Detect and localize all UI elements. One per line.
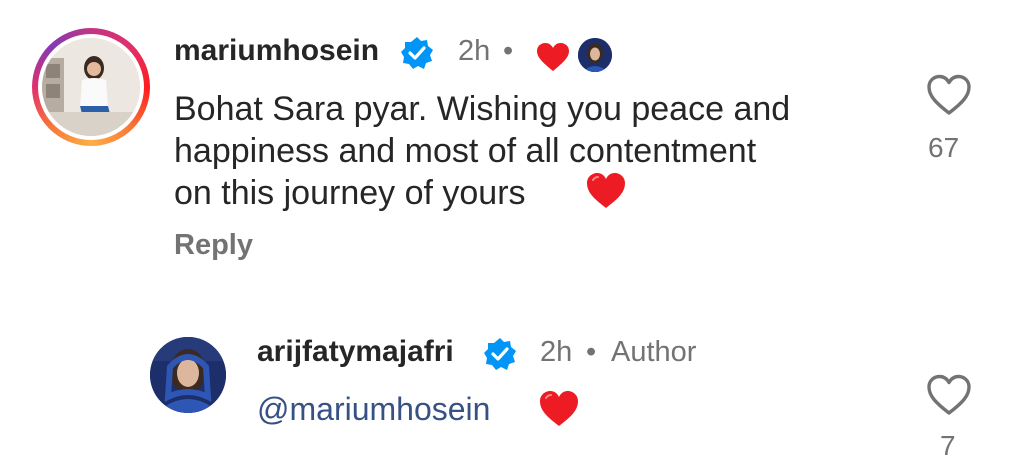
meta-separator: • [503,35,514,67]
author-badge: Author [611,336,697,368]
mention-link[interactable]: @mariumhosein [257,391,490,428]
reply-button[interactable]: Reply [174,229,253,262]
comment-username[interactable]: mariumhosein [174,34,379,68]
like-count: 7 [940,430,956,461]
like-count: 67 [928,132,960,163]
comment-text-line-3: on this journey of yours [174,174,526,212]
heart-emoji [538,390,580,428]
meta-separator: • [586,336,597,368]
avatar-border [38,34,144,140]
heart-emoji [585,172,627,210]
verified-badge-icon [400,36,434,70]
reply-username[interactable]: arijfatymajafri [257,335,454,369]
reply-time: 2h [540,336,573,368]
comment-text-line-2: happiness and most of all contentment [174,132,757,170]
comment-text-line-1: Bohat Sara pyar. Wishing you peace and [174,90,791,128]
heart-outline-icon[interactable] [926,74,972,116]
author-avatar-small [578,38,612,72]
story-ring-avatar-mariumhosein[interactable] [32,28,150,146]
heart-outline-icon[interactable] [926,374,972,416]
comment-time: 2h [458,35,491,67]
avatar-mariumhosein [42,38,140,136]
verified-badge-icon [483,337,517,371]
avatar-arijfatymajafri[interactable] [150,337,226,413]
red-heart-icon [536,42,570,72]
